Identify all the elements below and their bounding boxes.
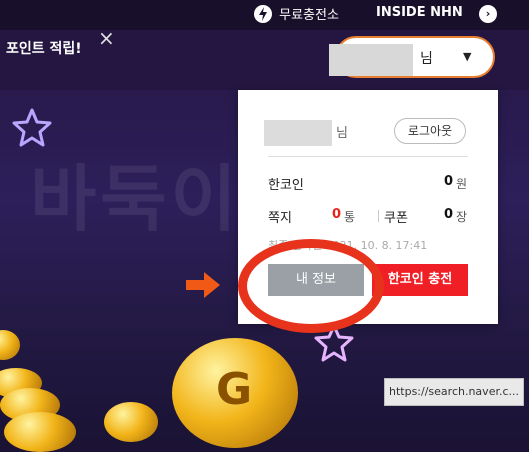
user-menu-button[interactable]: 님 ▼	[329, 36, 495, 78]
coin-image	[4, 412, 76, 452]
banner-title: 포인트 적립!	[6, 41, 82, 57]
inside-nhn-link[interactable]: INSIDE NHN	[376, 5, 463, 20]
coupon-label: 쿠폰	[384, 211, 408, 226]
link-url-tooltip: https://search.naver.c...	[384, 378, 524, 406]
dropdown-user-suffix: 님	[336, 126, 348, 141]
note-unit: 통	[344, 210, 356, 224]
arrow-right-icon: ›	[479, 5, 497, 23]
coin-letter: G	[216, 364, 253, 415]
note-label: 쪽지	[268, 211, 292, 226]
caret-down-icon: ▼	[463, 50, 472, 63]
coin-image	[0, 330, 20, 360]
note-value[interactable]: 0	[332, 207, 341, 222]
coupon-unit: 장	[456, 210, 468, 224]
top-bar: 무료충전소 INSIDE NHN ›	[0, 0, 529, 30]
inside-nhn-label: INSIDE NHN	[376, 5, 463, 20]
annotation-circle	[238, 239, 384, 333]
user-suffix: 님	[420, 51, 433, 67]
annotation-arrow-icon	[186, 272, 220, 298]
coin-image	[104, 402, 158, 442]
hancoin-label: 한코인	[268, 178, 304, 193]
redacted-name	[329, 44, 413, 76]
separator	[378, 210, 379, 222]
topbar-next-button[interactable]: ›	[479, 5, 497, 23]
hancoin-value: 0	[444, 174, 454, 189]
coupon-value[interactable]: 0	[444, 207, 453, 222]
redacted-name	[264, 120, 332, 146]
close-icon[interactable]: ×	[98, 28, 115, 48]
background-game-title: 바둑이	[30, 157, 241, 241]
free-charging-label: 무료충전소	[279, 8, 339, 23]
free-charging-link[interactable]: 무료충전소	[254, 5, 339, 27]
hancoin-unit: 원	[456, 177, 468, 191]
hancoin-charge-button[interactable]: 한코인 충전	[372, 264, 468, 296]
lightning-icon	[254, 5, 272, 23]
big-coin-image: G	[172, 338, 298, 448]
logout-button[interactable]: 로그아웃	[394, 118, 466, 144]
divider	[268, 156, 468, 157]
